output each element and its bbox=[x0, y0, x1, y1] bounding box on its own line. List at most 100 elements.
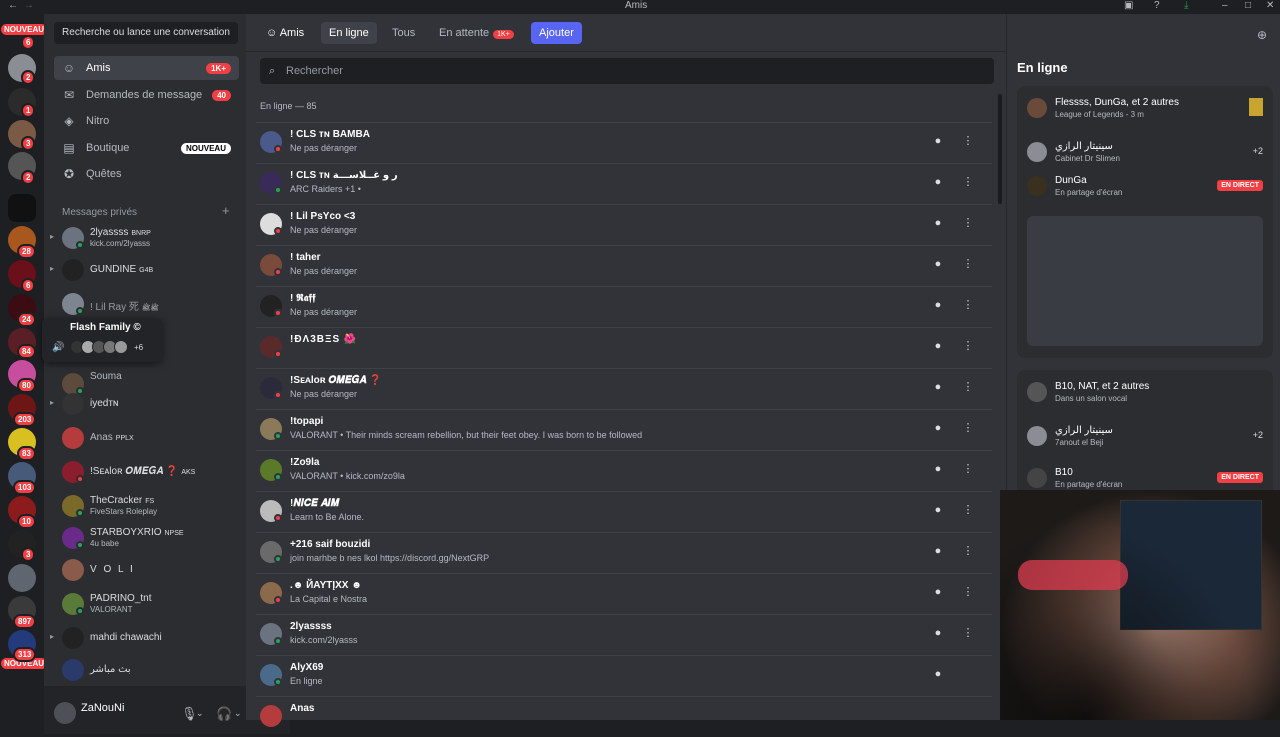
status-dot bbox=[76, 307, 84, 315]
maximize-icon[interactable]: □ bbox=[1245, 0, 1251, 11]
unread-badge: 1 bbox=[21, 103, 36, 118]
tab-online[interactable]: En ligne bbox=[321, 22, 377, 44]
voice-channel-popup[interactable]: Flash Family © 🔊 +6 bbox=[42, 318, 162, 362]
message-icon[interactable]: ● bbox=[926, 334, 950, 358]
friend-row[interactable]: !𝑵𝑰𝑪𝑬 𝑨𝑰𝑴 Learn to Be Alone. ● ⋮ bbox=[256, 491, 992, 532]
dm-item[interactable]: !Sᴇᴀlᴏʀ 𝑶𝑴𝑬𝑮𝑨 ❓ AKS bbox=[60, 458, 240, 488]
friends-search-input[interactable]: ⌕ Rechercher bbox=[260, 58, 994, 84]
message-icon[interactable]: ● bbox=[926, 498, 950, 522]
member-name: B10 bbox=[1055, 467, 1073, 478]
chevron-down-icon[interactable]: ⌄ bbox=[196, 708, 204, 719]
unread-badge: 103 bbox=[13, 480, 37, 495]
message-icon[interactable]: ● bbox=[926, 621, 950, 645]
friend-row[interactable]: AlyX69 En ligne ● bbox=[256, 655, 992, 696]
member-activity: En partage d'écran bbox=[1055, 480, 1123, 489]
friend-row[interactable]: +216 saif bouzidi join marhbe b nes lkol… bbox=[256, 532, 992, 573]
more-icon[interactable]: ⋮ bbox=[956, 621, 980, 645]
message-icon[interactable]: ● bbox=[926, 580, 950, 604]
friend-row[interactable]: .☻ ЙAYTĮXX ☻ La Capital e Nostra ● ⋮ bbox=[256, 573, 992, 614]
message-icon[interactable]: ● bbox=[926, 293, 950, 317]
nav-message-requests[interactable]: ✉ Demandes de message 40 bbox=[54, 83, 239, 107]
message-icon[interactable]: ● bbox=[926, 170, 950, 194]
more-icon[interactable]: ⋮ bbox=[956, 539, 980, 563]
stream-preview[interactable] bbox=[1027, 216, 1263, 346]
forward-icon[interactable]: → bbox=[24, 0, 34, 11]
avatar bbox=[260, 705, 282, 727]
friend-row[interactable]: ! taher Ne pas déranger ● ⋮ bbox=[256, 245, 992, 286]
scrollbar[interactable] bbox=[998, 94, 1002, 204]
activity-title: Flessss, DunGa, et 2 autres bbox=[1055, 97, 1179, 108]
message-icon[interactable]: ● bbox=[926, 375, 950, 399]
message-icon[interactable]: ● bbox=[926, 457, 950, 481]
server-icon[interactable] bbox=[8, 194, 36, 222]
help-icon[interactable]: ? bbox=[1154, 0, 1160, 11]
activity-member: DunGa En partage d'écran EN DIRECT bbox=[1027, 172, 1263, 202]
active-now-heading: En ligne bbox=[1017, 60, 1068, 75]
friend-status: Learn to Be Alone. bbox=[290, 512, 365, 522]
friend-row[interactable]: !topapi VALORANT • Their minds scream re… bbox=[256, 409, 992, 450]
minimize-icon[interactable]: – bbox=[1222, 0, 1228, 11]
dm-item[interactable]: PADRINO_tnt VALORANT bbox=[60, 590, 240, 620]
dm-item[interactable]: ▸ iyedᴛɴ bbox=[50, 390, 240, 420]
voice-avatars bbox=[70, 340, 128, 354]
dm-item[interactable]: ▸ 2lyassss BNRP kick.com/2lyasss bbox=[50, 224, 240, 254]
activity-member: سينيتار الرازي Cabinet Dr Slimen +2 bbox=[1027, 138, 1263, 168]
more-icon[interactable]: ⋮ bbox=[956, 498, 980, 522]
friend-row[interactable]: Anas bbox=[256, 696, 992, 737]
message-icon[interactable]: ● bbox=[926, 416, 950, 440]
member-name: سينيتار الرازي bbox=[1055, 141, 1113, 152]
conversation-search-button[interactable]: Recherche ou lance une conversation bbox=[54, 22, 238, 44]
dm-item[interactable]: TheCracker FS FiveStars Roleplay bbox=[60, 492, 240, 522]
friend-row[interactable]: !Zo9la VALORANT • kick.com/zo9la ● ⋮ bbox=[256, 450, 992, 491]
friend-row[interactable]: ! Lil PsYco <3 Ne pas déranger ● ⋮ bbox=[256, 204, 992, 245]
activity-card[interactable]: Flessss, DunGa, et 2 autres League of Le… bbox=[1017, 86, 1273, 358]
more-icon[interactable]: ⋮ bbox=[956, 375, 980, 399]
status-dot bbox=[274, 227, 282, 235]
username[interactable]: ZaNouNi bbox=[81, 702, 124, 714]
add-friend-button[interactable]: Ajouter bbox=[531, 22, 582, 44]
nav-nitro[interactable]: ◈ Nitro bbox=[54, 109, 239, 133]
friend-row[interactable]: 2lyassss kick.com/2lyasss ● ⋮ bbox=[256, 614, 992, 655]
dm-item[interactable]: ▸ GUNDINE G4B bbox=[50, 256, 240, 286]
dm-name: Anas PPLX bbox=[90, 432, 134, 443]
tab-pending[interactable]: En attente 1K+ bbox=[431, 22, 522, 44]
more-icon[interactable]: ⋮ bbox=[956, 211, 980, 235]
dm-item[interactable]: ! Lil Ray 死 ﷺﷺ bbox=[60, 290, 240, 320]
tab-all[interactable]: Tous bbox=[384, 22, 423, 44]
more-icon[interactable]: ⋮ bbox=[956, 457, 980, 481]
friend-row[interactable]: ! CLS ᴛɴ ﺭ ﻭ ﻏــﻼﺳـــﺔ ARC Raiders +1 • … bbox=[256, 163, 992, 204]
more-icon[interactable]: ⋮ bbox=[956, 416, 980, 440]
message-icon[interactable]: ● bbox=[926, 662, 950, 686]
dm-item[interactable]: STARBOYXRIO NPSE 4u babe bbox=[60, 524, 240, 554]
friend-row[interactable]: !Sᴇᴀlᴏʀ 𝑶𝑴𝑬𝑮𝑨 ❓ Ne pas déranger ● ⋮ bbox=[256, 368, 992, 409]
more-icon[interactable]: ⋮ bbox=[956, 334, 980, 358]
new-group-dm-icon[interactable]: ⊕ bbox=[1257, 28, 1267, 42]
avatar[interactable] bbox=[54, 702, 76, 724]
message-icon[interactable]: ● bbox=[926, 252, 950, 276]
message-icon[interactable]: ● bbox=[926, 129, 950, 153]
more-icon[interactable]: ⋮ bbox=[956, 129, 980, 153]
dm-item[interactable]: Anas PPLX bbox=[60, 424, 240, 454]
new-dm-plus-icon[interactable]: + bbox=[222, 203, 230, 218]
more-icon[interactable]: ⋮ bbox=[956, 170, 980, 194]
nav-quests[interactable]: ✪ Quêtes bbox=[54, 162, 239, 186]
inbox-icon[interactable]: ▣ bbox=[1124, 0, 1133, 11]
dm-item[interactable]: بث مباشر bbox=[60, 656, 240, 686]
message-icon[interactable]: ● bbox=[926, 211, 950, 235]
download-icon[interactable]: ⤓ bbox=[1184, 0, 1188, 11]
dm-item[interactable]: V O L I bbox=[60, 556, 240, 586]
friend-row[interactable]: ! 𝕽𝖆𝖋𝖋 Ne pas déranger ● ⋮ bbox=[256, 286, 992, 327]
friend-row[interactable]: !ĐΛ3BΞS 🌺 ● ⋮ bbox=[256, 327, 992, 368]
message-icon[interactable]: ● bbox=[926, 539, 950, 563]
dm-item[interactable]: ▸ mahdi chawachi bbox=[50, 624, 240, 654]
friend-row[interactable]: ! CLS ᴛɴ BAMBA Ne pas déranger ● ⋮ bbox=[256, 122, 992, 163]
nav-friends[interactable]: ☺ Amis 1K+ bbox=[54, 56, 239, 80]
more-icon[interactable]: ⋮ bbox=[956, 293, 980, 317]
more-icon[interactable]: ⋮ bbox=[956, 580, 980, 604]
nav-shop[interactable]: ▤ Boutique NOUVEAU bbox=[54, 136, 239, 160]
more-icon[interactable]: ⋮ bbox=[956, 252, 980, 276]
close-icon[interactable]: ✕ bbox=[1266, 0, 1274, 11]
server-icon[interactable] bbox=[8, 564, 36, 592]
chevron-down-icon[interactable]: ⌄ bbox=[234, 708, 242, 719]
back-icon[interactable]: ← bbox=[8, 0, 18, 11]
